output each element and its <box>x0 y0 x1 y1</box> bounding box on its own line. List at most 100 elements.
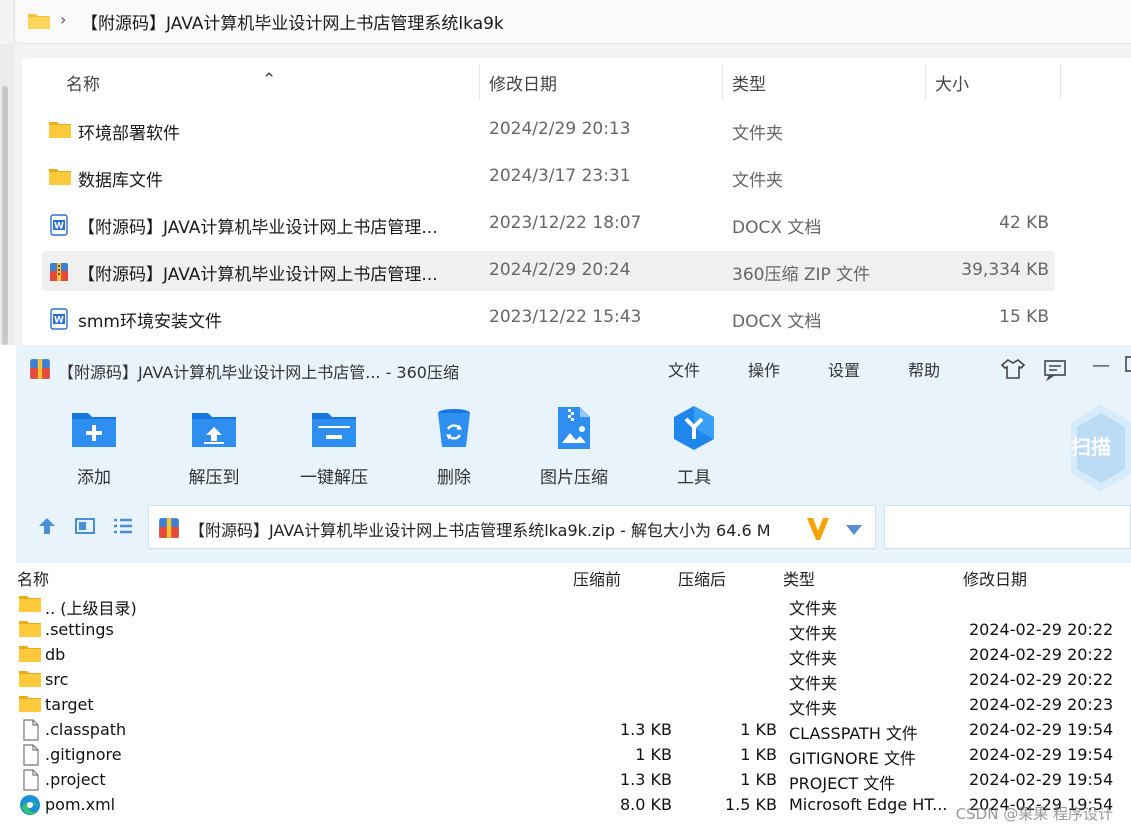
scan-button[interactable]: 扫描 <box>1069 403 1131 493</box>
column-header-size[interactable]: 大小 <box>935 70 969 95</box>
zip-archive-icon <box>48 261 70 281</box>
word-doc-icon: W <box>48 214 70 236</box>
extract-to-icon <box>190 405 238 451</box>
archive-row[interactable]: .. (上级目录) 文件夹 <box>16 593 1131 618</box>
list-view-icon[interactable] <box>112 515 134 541</box>
column-header-after[interactable]: 压缩后 <box>678 566 726 590</box>
archive-search-input[interactable] <box>884 505 1131 549</box>
folder-icon <box>27 11 51 35</box>
add-button[interactable]: 添加 <box>44 405 144 495</box>
up-arrow-icon[interactable] <box>36 515 58 541</box>
delete-button[interactable]: 删除 <box>404 405 504 495</box>
address-bar[interactable]: › 【附源码】JAVA计算机毕业设计网上书店管理系统lka9k <box>14 0 1131 44</box>
archive-file-list: 名称 压缩前 压缩后 类型 修改日期 .. (上级目录) 文件夹 .settin… <box>16 563 1131 830</box>
scrollbar[interactable] <box>0 44 14 345</box>
file-row[interactable]: 数据库文件 2024/3/17 23:31 文件夹 <box>42 157 1055 197</box>
file-row[interactable]: W 【附源码】JAVA计算机毕业设计网上书店管理... 2023/12/22 1… <box>42 204 1055 244</box>
column-header-modified[interactable]: 修改日期 <box>489 70 557 95</box>
column-header-type[interactable]: 类型 <box>783 566 815 590</box>
folder-icon <box>18 669 42 691</box>
archive-row[interactable]: .classpath 1.3 KB 1 KB CLASSPATH 文件 2024… <box>16 718 1131 743</box>
archive-row-name: pom.xml <box>45 795 116 814</box>
file-row[interactable]: W smm环境安装文件 2023/12/22 15:43 DOCX 文档 15 … <box>42 298 1055 338</box>
file-row[interactable]: 环境部署软件 2024/2/29 20:13 文件夹 <box>42 110 1055 150</box>
menu-settings[interactable]: 设置 <box>828 357 860 381</box>
maximize-icon[interactable] <box>1122 351 1131 381</box>
file-row-selected[interactable]: 【附源码】JAVA计算机毕业设计网上书店管理... 2024/2/29 20:2… <box>42 251 1055 291</box>
archive-row-type: 文件夹 <box>789 599 838 618</box>
archive-row-name: db <box>45 645 66 664</box>
scrollbar-thumb[interactable] <box>2 86 8 345</box>
column-divider[interactable] <box>722 64 723 100</box>
column-header-before[interactable]: 压缩前 <box>573 566 621 590</box>
file-name: 环境部署软件 <box>78 124 180 144</box>
extract-to-button[interactable]: 解压到 <box>164 405 264 495</box>
folder-icon <box>48 167 71 187</box>
file-modified: 2023/12/22 18:07 <box>489 213 642 233</box>
archive-row-after: 1.5 KB <box>725 795 777 814</box>
chevron-down-icon[interactable] <box>845 521 863 540</box>
screen: › 【附源码】JAVA计算机毕业设计网上书店管理系统lka9k ⌃ 名称 修改日… <box>0 0 1131 830</box>
file-type: 文件夹 <box>732 124 783 144</box>
archive-row-after: 1 KB <box>740 770 777 789</box>
archive-row-modified: 2024-02-29 20:23 <box>969 695 1114 714</box>
watermark: CSDN @果果 程序设计 <box>955 805 1113 823</box>
column-divider[interactable] <box>479 64 480 100</box>
archive-row[interactable]: .settings 文件夹 2024-02-29 20:22 <box>16 618 1131 643</box>
archive-row-type: 文件夹 <box>789 699 838 718</box>
one-click-extract-icon <box>310 405 358 451</box>
menu-help[interactable]: 帮助 <box>908 357 940 381</box>
toolbar: 添加 解压到 一键解压 删除 图片压缩 工具 扫描 <box>16 391 1131 501</box>
skin-shirt-icon[interactable] <box>1000 357 1026 385</box>
file-modified: 2024/2/29 20:24 <box>489 260 631 280</box>
folder-icon <box>48 120 71 140</box>
file-list-pane: ⌃ 名称 修改日期 类型 大小 环境部署软件 2024/2/29 20:13 文… <box>22 58 1131 345</box>
vip-v-icon[interactable] <box>805 514 831 546</box>
archive-row-modified: 2024-02-29 20:22 <box>969 670 1114 689</box>
file-name: 【附源码】JAVA计算机毕业设计网上书店管理... <box>78 218 438 238</box>
one-click-extract-button[interactable]: 一键解压 <box>284 405 384 495</box>
column-header-row: ⌃ 名称 修改日期 类型 大小 <box>22 58 1062 102</box>
archive-row-before: 1.3 KB <box>620 770 672 789</box>
window-title: 【附源码】JAVA计算机毕业设计网上书店管... - 360压缩 <box>58 363 459 382</box>
column-divider[interactable] <box>925 64 926 100</box>
sort-up-icon: ⌃ <box>262 70 277 90</box>
column-header-name[interactable]: 名称 <box>66 70 100 95</box>
archive-row-type: GITIGNORE 文件 <box>789 749 916 768</box>
delete-label: 删除 <box>437 468 471 488</box>
archive-path-field[interactable]: 【附源码】JAVA计算机毕业设计网上书店管理系统lka9k.zip - 解包大小… <box>148 505 876 549</box>
menu-operate[interactable]: 操作 <box>748 357 780 381</box>
menu-file[interactable]: 文件 <box>668 357 700 381</box>
archive-row-modified: 2024-02-29 19:54 <box>969 720 1114 739</box>
image-compress-button[interactable]: 图片压缩 <box>524 405 624 495</box>
column-divider[interactable] <box>1060 64 1061 100</box>
archive-row[interactable]: target 文件夹 2024-02-29 20:23 <box>16 693 1131 718</box>
archive-path-text: 【附源码】JAVA计算机毕业设计网上书店管理系统lka9k.zip - 解包大小… <box>189 521 771 540</box>
file-size: 39,334 KB <box>961 260 1049 280</box>
file-icon <box>18 769 42 791</box>
minimize-icon[interactable]: — <box>1092 355 1110 376</box>
column-header-name[interactable]: 名称 <box>17 566 49 590</box>
file-type: DOCX 文档 <box>732 312 822 332</box>
word-doc-icon: W <box>48 308 70 330</box>
archive-row[interactable]: src 文件夹 2024-02-29 20:22 <box>16 668 1131 693</box>
archive-row[interactable]: .project 1.3 KB 1 KB PROJECT 文件 2024-02-… <box>16 768 1131 793</box>
archive-row-modified: 2024-02-29 20:22 <box>969 620 1114 639</box>
column-header-modified[interactable]: 修改日期 <box>963 566 1027 590</box>
archive-row-name: .. (上级目录) <box>45 599 137 618</box>
file-modified: 2023/12/22 15:43 <box>489 307 642 327</box>
file-explorer-window: › 【附源码】JAVA计算机毕业设计网上书店管理系统lka9k ⌃ 名称 修改日… <box>0 0 1131 345</box>
archive-row[interactable]: db 文件夹 2024-02-29 20:22 <box>16 643 1131 668</box>
file-modified: 2024/3/17 23:31 <box>489 166 631 186</box>
folder-icon <box>18 694 42 716</box>
title-bar: 【附源码】JAVA计算机毕业设计网上书店管... - 360压缩 文件 操作 设… <box>16 345 1131 391</box>
column-header-type[interactable]: 类型 <box>732 70 766 95</box>
file-name: smm环境安装文件 <box>78 312 222 332</box>
tools-button[interactable]: 工具 <box>644 405 744 495</box>
feedback-icon[interactable] <box>1042 357 1068 385</box>
thumbnail-view-icon[interactable] <box>74 515 96 541</box>
archive-row-after: 1 KB <box>740 745 777 764</box>
delete-icon <box>430 405 478 451</box>
archive-row[interactable]: .gitignore 1 KB 1 KB GITIGNORE 文件 2024-0… <box>16 743 1131 768</box>
breadcrumb[interactable]: 【附源码】JAVA计算机毕业设计网上书店管理系统lka9k <box>81 9 504 34</box>
